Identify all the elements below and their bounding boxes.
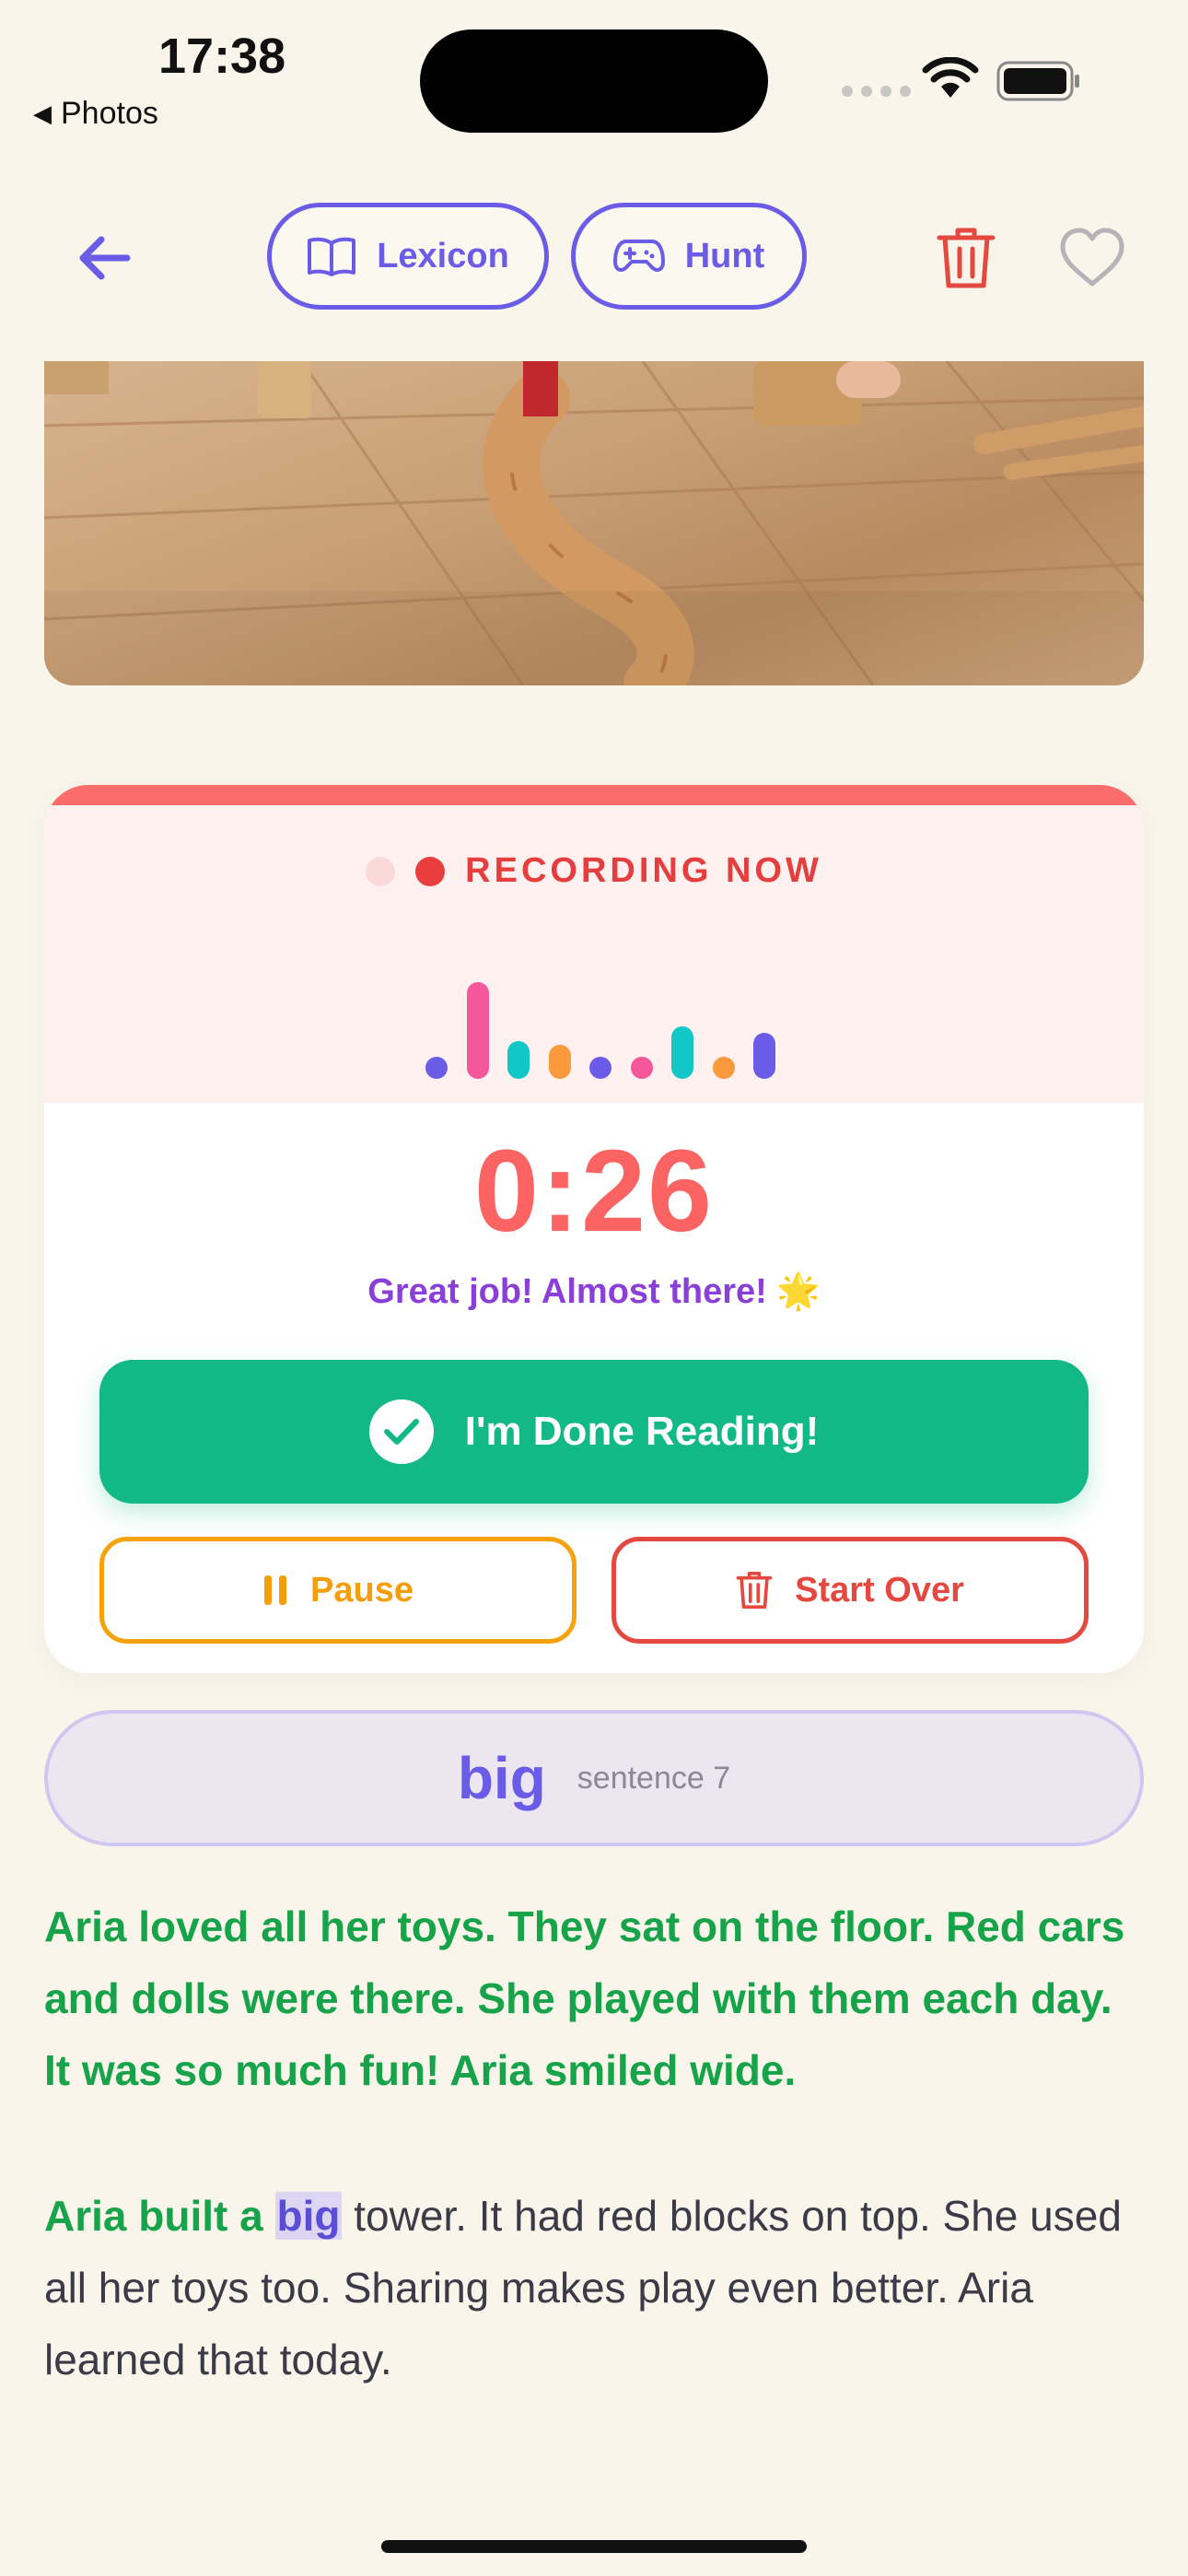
recording-timer: 0:26 — [473, 1126, 715, 1256]
wifi-icon — [922, 57, 979, 98]
recording-card: RECORDING NOW 0:26 Great job! Almost the… — [44, 785, 1144, 1673]
hunt-button[interactable]: Hunt — [571, 203, 807, 310]
pause-icon — [264, 1575, 287, 1605]
audio-level-bar — [671, 1026, 693, 1079]
toy-train-track-image — [44, 361, 1144, 685]
story-paragraph-2: Aria built a big tower. It had red block… — [44, 2180, 1144, 2395]
recording-status: RECORDING NOW — [44, 851, 1144, 891]
checkmark-icon — [368, 1399, 434, 1464]
audio-level-bar — [425, 1057, 448, 1079]
story-paragraph-1: Aria loved all her toys. They sat on the… — [44, 1903, 1125, 2094]
home-indicator — [381, 2540, 807, 2553]
highlighted-word[interactable]: big — [274, 2192, 343, 2240]
audio-level-bar — [507, 1041, 530, 1079]
battery-icon — [996, 61, 1079, 101]
recording-status-text: RECORDING NOW — [465, 851, 822, 890]
audio-level-bar — [589, 1057, 611, 1079]
lexicon-label: Lexicon — [377, 236, 509, 275]
back-to-app-link[interactable]: ◀ Photos — [33, 96, 158, 132]
audio-level-bar — [548, 1045, 571, 1079]
audio-level-bar — [630, 1057, 653, 1079]
recording-dot-icon — [415, 856, 446, 886]
current-word-chip: big sentence 7 — [44, 1710, 1144, 1846]
pause-label: Pause — [310, 1570, 413, 1610]
pause-button[interactable]: Pause — [99, 1537, 577, 1644]
done-reading-button[interactable]: I'm Done Reading! — [99, 1360, 1089, 1504]
cellular-signal-icon — [842, 86, 911, 97]
current-word: big — [457, 1745, 546, 1811]
dynamic-island — [420, 29, 768, 133]
status-time: 17:38 — [158, 29, 286, 84]
done-reading-label: I'm Done Reading! — [464, 1409, 820, 1454]
start-over-label: Start Over — [795, 1570, 964, 1610]
audio-level-bar — [466, 982, 489, 1079]
delete-trash-icon[interactable] — [936, 225, 996, 291]
book-icon — [308, 237, 356, 276]
hunt-label: Hunt — [684, 236, 765, 275]
back-triangle-icon: ◀ — [33, 100, 52, 127]
recording-accent-stripe — [44, 785, 1144, 805]
encouragement-text: Great job! Almost there! 🌟 — [367, 1272, 821, 1311]
lexicon-button[interactable]: Lexicon — [267, 203, 549, 310]
audio-level-meter — [425, 965, 812, 1079]
read-text: Aria built a — [44, 2192, 263, 2240]
audio-level-bar — [753, 1033, 775, 1079]
story-illustration — [44, 361, 1144, 685]
back-arrow-icon[interactable] — [76, 228, 134, 287]
start-over-button[interactable]: Start Over — [611, 1537, 1089, 1644]
audio-level-bar — [712, 1057, 735, 1079]
back-app-label: Photos — [61, 96, 158, 131]
pulse-dot-icon — [366, 856, 396, 886]
trash-icon — [736, 1572, 773, 1609]
current-word-location: sentence 7 — [577, 1760, 731, 1796]
gamepad-icon — [612, 240, 665, 272]
favorite-heart-icon[interactable] — [1059, 227, 1125, 289]
